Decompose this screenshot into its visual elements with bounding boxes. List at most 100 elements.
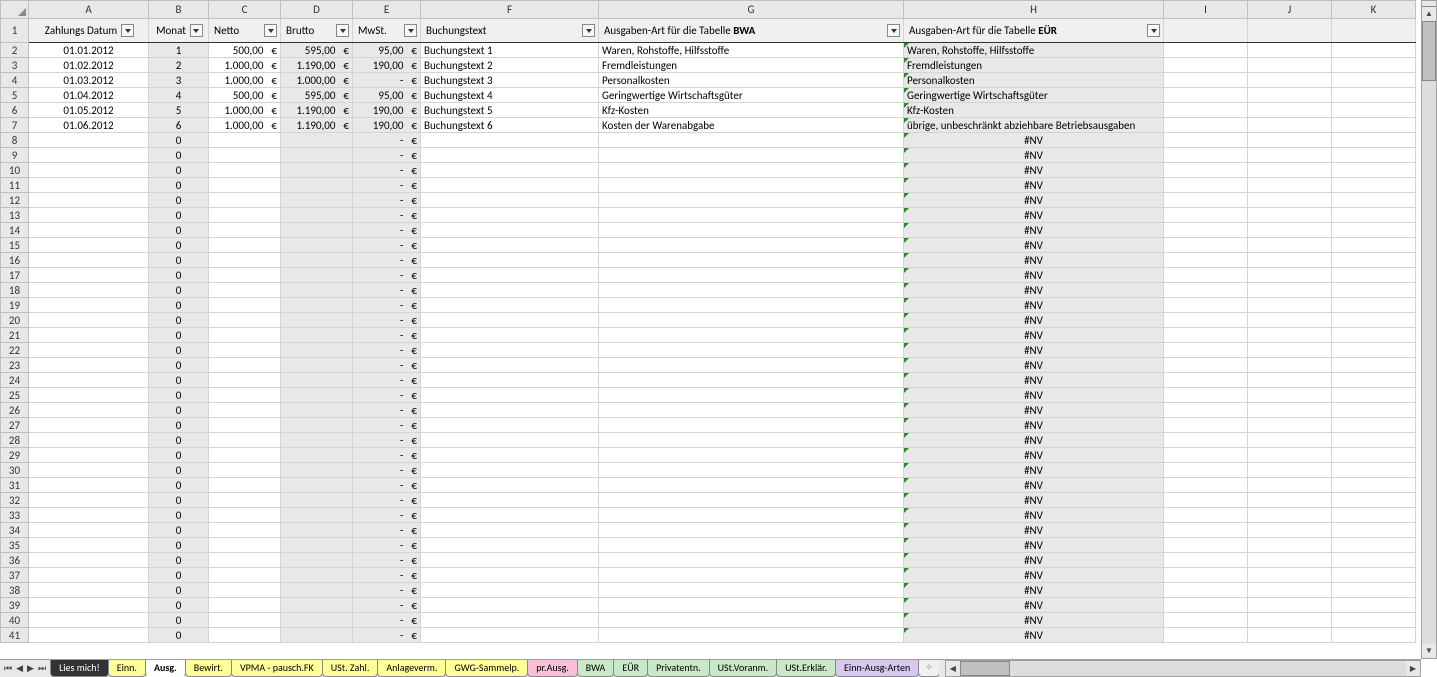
row-header[interactable]: 15 [1,238,29,253]
cell-G17[interactable] [599,268,904,283]
cell-E15[interactable]: -€ [353,238,421,253]
row-header[interactable]: 7 [1,118,29,133]
column-header-E[interactable]: E [353,1,421,19]
cell-D6[interactable]: 1.190,00€ [281,103,353,118]
cell-D35[interactable] [281,538,353,553]
cell-B4[interactable]: 3 [149,73,209,88]
filter-dropdown-icon[interactable] [887,24,900,37]
cell-B37[interactable]: 0 [149,568,209,583]
cell-F32[interactable] [421,493,599,508]
cell-F3[interactable]: Buchungstext 2 [421,58,599,73]
cell-B40[interactable]: 0 [149,613,209,628]
cell-F27[interactable] [421,418,599,433]
cell-E38[interactable]: -€ [353,583,421,598]
cell-E10[interactable]: -€ [353,163,421,178]
cell-E30[interactable]: -€ [353,463,421,478]
cell-C19[interactable] [209,298,281,313]
row-header[interactable]: 41 [1,628,29,643]
cell-G32[interactable] [599,493,904,508]
cell-D28[interactable] [281,433,353,448]
cell-D33[interactable] [281,508,353,523]
cell-G13[interactable] [599,208,904,223]
cell-I12[interactable] [1164,193,1248,208]
cell-H41[interactable]: #NV [904,628,1164,643]
cell-D41[interactable] [281,628,353,643]
cell-D31[interactable] [281,478,353,493]
sheet-tab[interactable]: USt.Erklär. [776,660,836,677]
cell-C11[interactable] [209,178,281,193]
cell-C7[interactable]: 1.000,00€ [209,118,281,133]
cell-G26[interactable] [599,403,904,418]
cell-E36[interactable]: -€ [353,553,421,568]
cell-F2[interactable]: Buchungstext 1 [421,43,599,58]
cell-E32[interactable]: -€ [353,493,421,508]
cell-C30[interactable] [209,463,281,478]
cell-K8[interactable] [1332,133,1416,148]
cell-F13[interactable] [421,208,599,223]
cell-D19[interactable] [281,298,353,313]
cell-C10[interactable] [209,163,281,178]
cell-K31[interactable] [1332,478,1416,493]
cell-G41[interactable] [599,628,904,643]
cell-J34[interactable] [1248,523,1332,538]
cell-D26[interactable] [281,403,353,418]
cell-C34[interactable] [209,523,281,538]
row-header[interactable]: 11 [1,178,29,193]
cell-D21[interactable] [281,328,353,343]
cell-K26[interactable] [1332,403,1416,418]
cell-D16[interactable] [281,253,353,268]
cell-E9[interactable]: -€ [353,148,421,163]
cell-J24[interactable] [1248,373,1332,388]
cell-E23[interactable]: -€ [353,358,421,373]
cell-F41[interactable] [421,628,599,643]
cell-C17[interactable] [209,268,281,283]
cell-C36[interactable] [209,553,281,568]
cell-I14[interactable] [1164,223,1248,238]
cell-A6[interactable]: 01.05.2012 [29,103,149,118]
column-header-C[interactable]: C [209,1,281,19]
cell-B39[interactable]: 0 [149,598,209,613]
filter-dropdown-icon[interactable] [121,24,134,37]
row-header[interactable]: 39 [1,598,29,613]
cell-C38[interactable] [209,583,281,598]
cell-H19[interactable]: #NV [904,298,1164,313]
cell-J19[interactable] [1248,298,1332,313]
cell-F5[interactable]: Buchungstext 4 [421,88,599,103]
cell-K7[interactable] [1332,118,1416,133]
row-header[interactable]: 19 [1,298,29,313]
cell-I8[interactable] [1164,133,1248,148]
cell-A35[interactable] [29,538,149,553]
cell-B9[interactable]: 0 [149,148,209,163]
cell-B6[interactable]: 5 [149,103,209,118]
cell-G14[interactable] [599,223,904,238]
cell-J32[interactable] [1248,493,1332,508]
cell-H4[interactable]: Personalkosten [904,73,1164,88]
sheet-tab[interactable]: Einn-Ausg-Arten [835,660,919,677]
cell-G8[interactable] [599,133,904,148]
filter-dropdown-icon[interactable] [404,24,417,37]
cell-J36[interactable] [1248,553,1332,568]
hscroll-thumb[interactable] [960,661,1010,676]
cell-B8[interactable]: 0 [149,133,209,148]
row-header[interactable]: 37 [1,568,29,583]
cell-I23[interactable] [1164,358,1248,373]
cell-K4[interactable] [1332,73,1416,88]
cell-I39[interactable] [1164,598,1248,613]
cell-B23[interactable]: 0 [149,358,209,373]
cell-G21[interactable] [599,328,904,343]
cell-K12[interactable] [1332,193,1416,208]
cell-K15[interactable] [1332,238,1416,253]
cell-B18[interactable]: 0 [149,283,209,298]
cell-D25[interactable] [281,388,353,403]
cell-F17[interactable] [421,268,599,283]
cell-A29[interactable] [29,448,149,463]
cell-H6[interactable]: Kfz-Kosten [904,103,1164,118]
vscroll-thumb[interactable] [1422,21,1436,81]
cell-K30[interactable] [1332,463,1416,478]
cell-F29[interactable] [421,448,599,463]
cell-A40[interactable] [29,613,149,628]
cell-B12[interactable]: 0 [149,193,209,208]
cell-F39[interactable] [421,598,599,613]
column-header-D[interactable]: D [281,1,353,19]
row-header[interactable]: 9 [1,148,29,163]
